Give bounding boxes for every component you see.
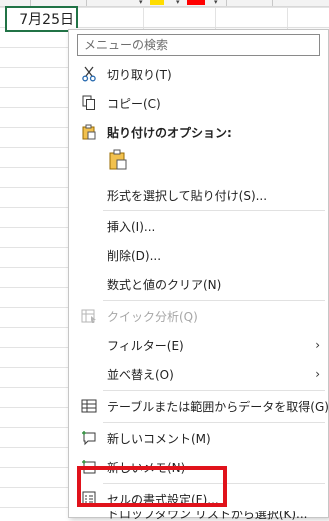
copy-icon <box>81 95 97 111</box>
quick-analysis-icon <box>81 308 97 324</box>
menu-item-label: 貼り付けのオプション: <box>107 125 232 140</box>
menu-item-sort[interactable]: 並べ替え(O) › <box>69 362 328 386</box>
menu-separator <box>103 300 325 301</box>
menu-item-label: コピー(C) <box>107 96 161 111</box>
menu-item-label: テーブルまたは範囲からデータを取得(G)... <box>107 399 329 414</box>
menu-item-paste-special[interactable]: 形式を選択して貼り付け(S)... <box>69 183 328 207</box>
format-cells-icon <box>81 491 97 507</box>
chevron-right-icon: › <box>315 367 320 381</box>
paste-button[interactable] <box>107 149 129 171</box>
menu-item-label: 形式を選択して貼り付け(S)... <box>107 188 268 203</box>
new-comment-icon <box>81 430 97 446</box>
strip-divider <box>272 0 273 6</box>
chevron-down-icon[interactable]: ▾ <box>214 0 218 6</box>
paste-options-icon <box>81 124 97 140</box>
font-color-swatch[interactable] <box>187 0 205 5</box>
menu-separator <box>103 210 325 211</box>
menu-item-label: 挿入(I)... <box>107 219 156 234</box>
menu-separator <box>103 483 325 484</box>
menu-item-label: 新しいコメント(M) <box>107 431 211 446</box>
menu-item-clear-contents[interactable]: 数式と値のクリア(N) <box>69 272 328 296</box>
menu-item-label: 切り取り(T) <box>107 67 172 82</box>
menu-item-label: 新しいメモ(N) <box>107 460 186 475</box>
menu-item-pick-from-dropdown[interactable]: ドロップダウン リストから選択(K)... <box>69 511 328 521</box>
menu-item-quick-analysis: クイック分析(Q) <box>69 304 328 328</box>
menu-item-delete[interactable]: 削除(D)... <box>69 243 328 267</box>
new-note-icon <box>81 459 97 475</box>
menu-item-label: フィルター(E) <box>107 338 184 353</box>
fill-color-swatch[interactable] <box>150 0 164 5</box>
menu-item-label: セルの書式設定(F)... <box>107 492 219 507</box>
menu-item-label: 削除(D)... <box>107 248 162 263</box>
cell-value: 7月25日 <box>19 12 74 28</box>
context-menu: 切り取り(T) コピー(C) 貼り付けのオプション: 形 <box>68 29 329 521</box>
menu-item-insert[interactable]: 挿入(I)... <box>69 214 328 238</box>
strip-divider <box>86 0 87 6</box>
menu-item-label: 並べ替え(O) <box>107 367 174 382</box>
menu-search-input[interactable] <box>77 34 320 56</box>
menu-item-filter[interactable]: フィルター(E) › <box>69 333 328 357</box>
menu-item-paste-options-header: 貼り付けのオプション: <box>69 120 328 144</box>
table-icon <box>81 398 97 414</box>
menu-item-get-data-from-table[interactable]: テーブルまたは範囲からデータを取得(G)... <box>69 394 329 418</box>
chevron-down-icon[interactable]: ▾ <box>139 0 143 6</box>
menu-separator <box>103 390 325 391</box>
menu-item-new-note[interactable]: 新しいメモ(N) <box>69 455 328 479</box>
menu-item-copy[interactable]: コピー(C) <box>69 91 328 115</box>
scissors-icon <box>81 66 97 82</box>
menu-item-label: クイック分析(Q) <box>107 309 198 324</box>
chevron-down-icon[interactable]: ▾ <box>176 0 180 6</box>
menu-item-format-cells[interactable]: セルの書式設定(F)... <box>69 487 328 511</box>
menu-item-label: ドロップダウン リストから選択(K)... <box>107 511 308 521</box>
menu-separator <box>103 422 325 423</box>
menu-item-cut[interactable]: 切り取り(T) <box>69 62 328 86</box>
chevron-right-icon: › <box>315 338 320 352</box>
strip-divider <box>226 0 227 6</box>
menu-item-new-comment[interactable]: 新しいコメント(M) <box>69 426 328 450</box>
menu-item-label: 数式と値のクリア(N) <box>107 277 222 292</box>
